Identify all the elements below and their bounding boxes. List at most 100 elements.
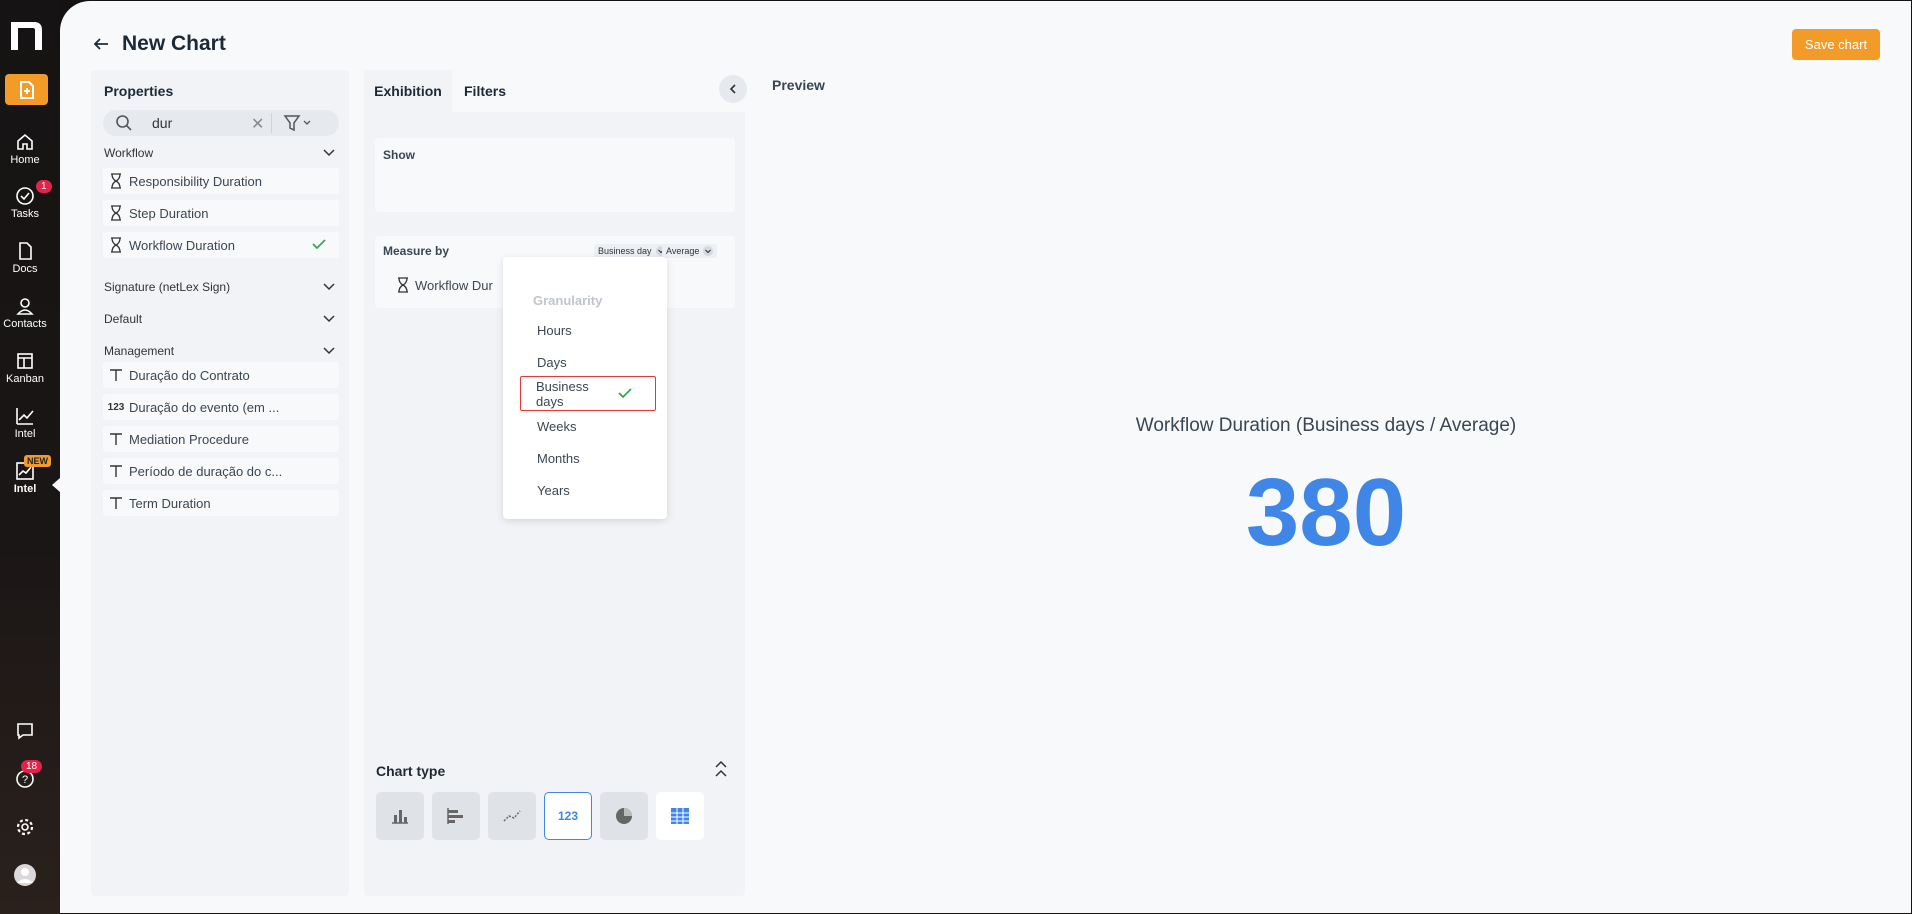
show-label: Show: [383, 148, 415, 162]
search-input[interactable]: dur: [152, 115, 172, 131]
property-item-selected[interactable]: Workflow Duration: [103, 232, 339, 258]
nav-home[interactable]: Home: [0, 132, 50, 166]
property-search[interactable]: dur ✕: [103, 110, 339, 136]
text-type-icon: [103, 464, 129, 478]
property-label: Duração do evento (em ...: [129, 399, 280, 415]
search-icon: [116, 115, 132, 131]
show-dropzone[interactable]: Show: [375, 138, 735, 212]
option-days[interactable]: Days: [537, 355, 567, 370]
granularity-heading: Granularity: [533, 293, 603, 308]
hourglass-icon: [103, 237, 129, 253]
chart-type-number[interactable]: 123: [544, 792, 592, 840]
granularity-select[interactable]: Business day: [594, 244, 670, 258]
new-badge: NEW: [24, 455, 51, 467]
property-item[interactable]: Mediation Procedure: [103, 426, 339, 452]
option-years[interactable]: Years: [537, 483, 570, 498]
group-default[interactable]: Default: [104, 312, 336, 326]
property-label: Responsibility Duration: [129, 173, 262, 189]
nav-docs-label: Docs: [12, 263, 38, 275]
option-hours[interactable]: Hours: [537, 323, 572, 338]
back-arrow-icon[interactable]: [92, 35, 110, 53]
new-document-button[interactable]: [5, 74, 48, 105]
user-avatar[interactable]: [0, 863, 50, 889]
text-type-icon: [103, 432, 129, 446]
nav-docs[interactable]: Docs: [0, 241, 50, 275]
measure-by-label: Measure by: [383, 244, 450, 258]
nav-intel-new-label: Intel: [13, 483, 37, 495]
chart-type-section: Chart type 123: [364, 748, 745, 896]
property-item[interactable]: 123 Duração do evento (em ...: [103, 394, 339, 420]
person-icon: [16, 298, 34, 315]
chart-type-pie[interactable]: [600, 792, 648, 840]
aggregation-value: Average: [666, 246, 700, 256]
option-months[interactable]: Months: [537, 451, 580, 466]
tasks-badge: 1: [36, 180, 52, 193]
nav-kanban-label: Kanban: [6, 373, 44, 385]
chat-icon: [17, 723, 33, 740]
group-signature[interactable]: Signature (netLex Sign): [104, 280, 336, 294]
granularity-dropdown: Granularity Hours Days Business days Week…: [503, 257, 667, 519]
check-icon: [618, 388, 632, 399]
chart-type-line[interactable]: [488, 792, 536, 840]
property-item[interactable]: Responsibility Duration: [103, 168, 339, 194]
left-nav: Home Tasks 1 Docs Contacts Kanban Intel …: [0, 0, 60, 914]
measure-item[interactable]: Workflow Dur: [397, 277, 493, 293]
save-chart-button[interactable]: Save chart: [1792, 29, 1880, 60]
chart-line-icon: [16, 408, 34, 425]
line-chart-icon: [503, 810, 521, 822]
property-item[interactable]: Term Duration: [103, 490, 339, 516]
new-document-icon: [19, 80, 34, 99]
bar-chart-icon: [392, 810, 408, 824]
chart-type-bar[interactable]: [376, 792, 424, 840]
chart-type-table[interactable]: [656, 792, 704, 840]
nav-chat[interactable]: [0, 721, 50, 743]
pie-chart-icon: [616, 808, 632, 824]
group-workflow[interactable]: Workflow: [104, 146, 336, 160]
search-divider: [271, 113, 272, 133]
collapse-up-icon[interactable]: [714, 760, 728, 778]
tab-filters[interactable]: Filters: [464, 83, 506, 99]
app-logo[interactable]: [8, 18, 46, 52]
collapse-panel-button[interactable]: [719, 75, 747, 103]
check-icon: [312, 239, 326, 250]
filter-icon[interactable]: [283, 114, 313, 132]
tab-exhibition[interactable]: Exhibition: [364, 70, 452, 112]
svg-text:?: ?: [22, 774, 28, 786]
text-type-icon: [103, 368, 129, 382]
kpi-title: Workflow Duration (Business days / Avera…: [1135, 415, 1517, 436]
clear-search-icon[interactable]: ✕: [251, 114, 264, 134]
chevron-left-icon: [729, 84, 736, 94]
nav-settings[interactable]: [0, 817, 50, 839]
measure-item-label: Workflow Dur: [415, 277, 493, 293]
chevron-down-icon: [323, 315, 335, 323]
group-default-label: Default: [104, 312, 143, 326]
kanban-icon: [17, 353, 33, 369]
chart-type-label: Chart type: [376, 763, 446, 779]
chevron-down-icon: [323, 283, 335, 291]
nav-intel[interactable]: Intel: [0, 406, 50, 440]
nav-kanban[interactable]: Kanban: [0, 351, 50, 385]
group-management[interactable]: Management: [104, 344, 336, 358]
group-management-label: Management: [104, 344, 175, 358]
page-header: New Chart: [92, 32, 226, 56]
option-business-days-label: Business days: [536, 379, 589, 409]
property-item[interactable]: Período de duração do c...: [103, 458, 339, 484]
document-icon: [19, 242, 32, 260]
property-label: Mediation Procedure: [129, 431, 249, 447]
option-weeks[interactable]: Weeks: [537, 419, 577, 434]
preview-label: Preview: [772, 77, 825, 93]
horizontal-bar-icon: [447, 808, 463, 824]
chart-type-horizontal-bar[interactable]: [432, 792, 480, 840]
active-indicator: [52, 478, 60, 492]
nav-contacts[interactable]: Contacts: [0, 296, 50, 330]
property-item[interactable]: Step Duration: [103, 200, 339, 226]
option-business-days[interactable]: Business days: [520, 376, 656, 411]
table-icon: [671, 808, 689, 824]
page-title: New Chart: [122, 32, 226, 55]
property-label: Term Duration: [129, 495, 211, 511]
hourglass-icon: [398, 277, 408, 293]
hourglass-icon: [103, 173, 129, 189]
property-item[interactable]: Duração do Contrato: [103, 362, 339, 388]
check-circle-icon: [16, 187, 34, 205]
aggregation-select[interactable]: Average: [662, 244, 718, 258]
